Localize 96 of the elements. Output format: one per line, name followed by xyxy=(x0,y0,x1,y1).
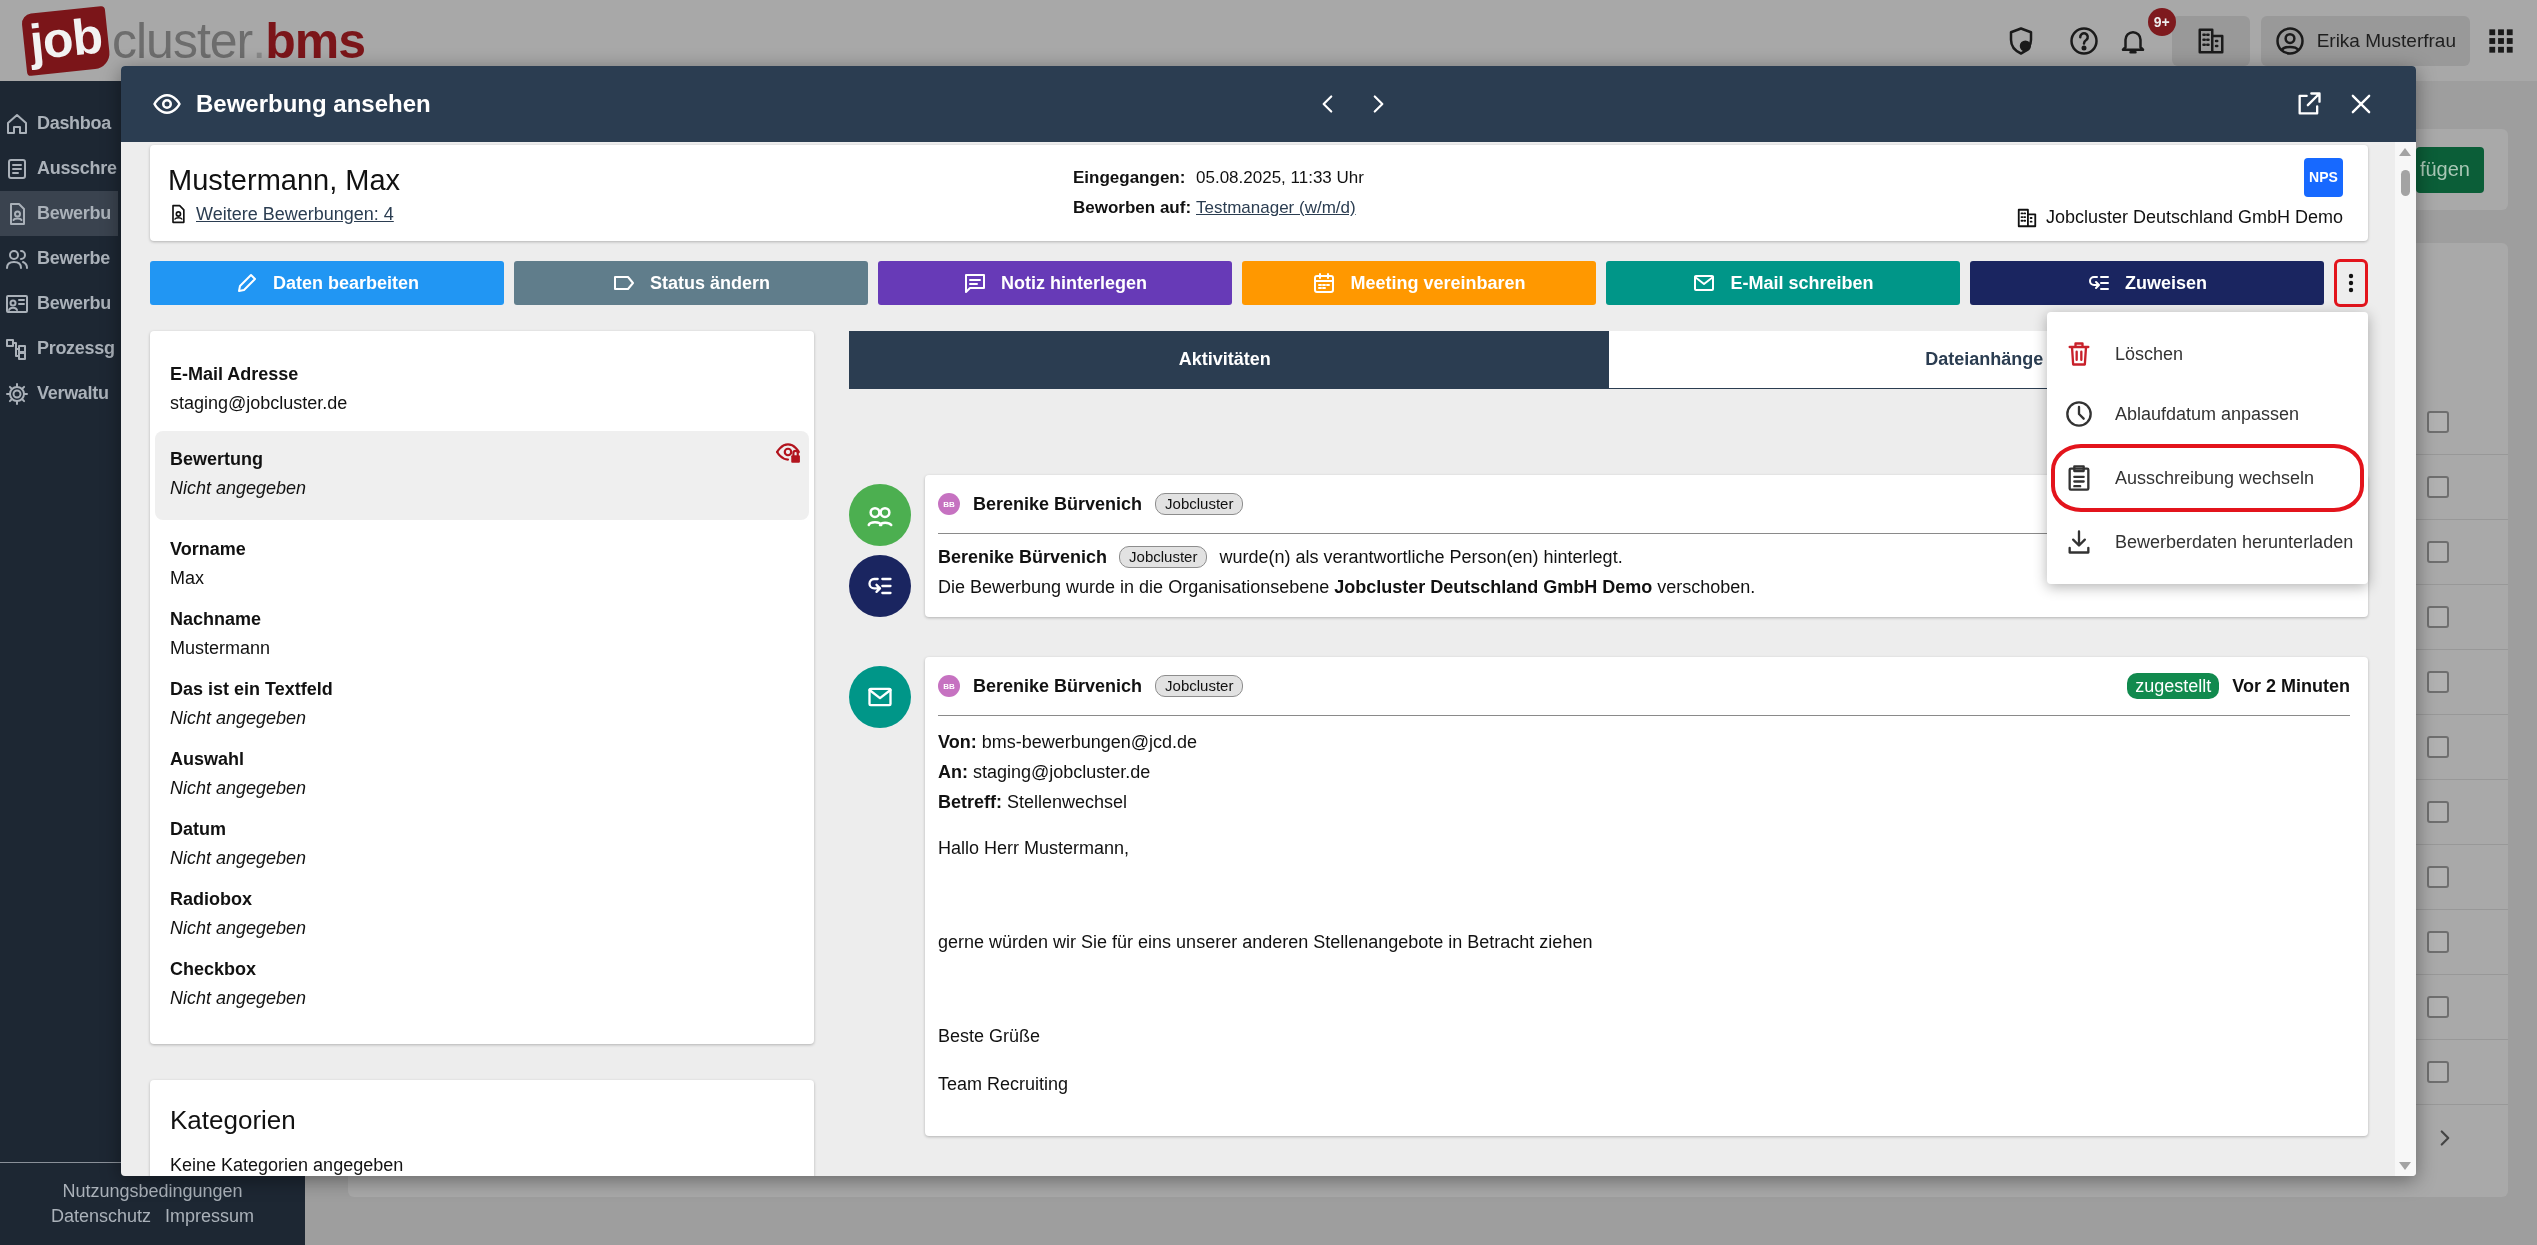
email-header-line: An: staging@jobcluster.de xyxy=(938,761,1152,784)
organisation-button[interactable] xyxy=(2171,15,2250,66)
email-header-line: Betreff: Stellenwechsel xyxy=(938,791,1129,814)
field-value: Nicht angegeben xyxy=(170,917,307,940)
notification-badge: 9+ xyxy=(2147,7,2176,36)
flowchart-icon xyxy=(5,336,29,361)
meta-label: Beworben auf: xyxy=(1073,197,1193,219)
row-checkbox[interactable] xyxy=(2427,736,2449,758)
activity-time: Vor 2 Minuten xyxy=(2232,675,2350,697)
kebab-icon xyxy=(2348,273,2354,293)
add-button[interactable]: fügen xyxy=(2415,146,2484,193)
more-button[interactable] xyxy=(2334,259,2368,307)
row-checkbox[interactable] xyxy=(2427,996,2449,1018)
menu-item[interactable]: Bewerberdaten herunterladen xyxy=(2047,512,2368,572)
sidebar-item[interactable]: Dashboa xyxy=(0,101,118,146)
document-list-icon xyxy=(5,156,29,181)
sidebar-item[interactable]: Prozessg xyxy=(0,326,118,371)
nps-badge: NPS xyxy=(2304,157,2343,197)
action-button[interactable]: E-Mail schreiben xyxy=(1606,261,1960,305)
chat-icon xyxy=(963,271,987,295)
row-checkbox[interactable] xyxy=(2427,671,2449,693)
sidebar-item[interactable]: Ausschre xyxy=(0,146,118,191)
field-value: Max xyxy=(170,567,204,590)
field-label: Datum xyxy=(170,818,226,841)
tab[interactable]: Aktivitäten xyxy=(849,331,1609,389)
meta-label: Eingegangen: xyxy=(1073,167,1187,189)
author-name: Berenike Bürvenich xyxy=(973,675,1143,697)
field-label: Checkbox xyxy=(170,958,257,981)
sidebar-item[interactable]: Bewerbu xyxy=(0,191,118,236)
action-button[interactable]: Zuweisen xyxy=(1970,261,2324,305)
row-checkbox[interactable] xyxy=(2427,541,2449,563)
field-label: Auswahl xyxy=(170,748,244,771)
row-checkbox[interactable] xyxy=(2427,1061,2449,1083)
help-icon[interactable] xyxy=(2068,25,2099,56)
field-value: Nicht angegeben xyxy=(170,847,307,870)
avatar: BB xyxy=(938,675,960,697)
building-icon xyxy=(2015,206,2038,229)
field-label: Bewertung xyxy=(170,448,263,471)
field-value: staging@jobcluster.de xyxy=(170,392,348,415)
footer-link[interactable]: Impressum xyxy=(165,1206,255,1227)
role-tag: Jobcluster xyxy=(1155,493,1244,515)
calendar-icon xyxy=(1312,271,1337,295)
home-icon xyxy=(5,111,29,136)
user-menu-button[interactable]: Erika Musterfrau xyxy=(2260,15,2470,66)
author-name: Berenike Bürvenich xyxy=(973,493,1143,515)
field-value: Mustermann xyxy=(170,637,271,660)
email-paragraph: Beste Grüße xyxy=(938,1025,1042,1048)
job-link[interactable]: Testmanager (w/m/d) xyxy=(1196,197,2016,219)
status-badge: zugestellt xyxy=(2127,673,2220,699)
email-header-line: Von: bms-bewerbungen@jcd.de xyxy=(938,731,1199,754)
row-checkbox[interactable] xyxy=(2427,931,2449,953)
action-button[interactable]: Status ändern xyxy=(514,261,868,305)
sidebar-item[interactable]: Verwaltu xyxy=(0,371,118,416)
other-applications-link[interactable]: Weitere Bewerbungen: 4 xyxy=(196,203,394,225)
scrollbar-thumb[interactable] xyxy=(2401,170,2410,196)
applicant-name: Mustermann, Max xyxy=(168,162,402,198)
meta-value: 05.08.2025, 11:33 Uhr xyxy=(1196,167,1365,189)
activity-text: Die Bewerbung wurde in die Organisationsebene Jobcluster Deutschland GmbH Demo verschoben. xyxy=(938,576,1756,599)
role-tag: Jobcluster xyxy=(1155,675,1244,697)
field-value: Nicht angegeben xyxy=(170,477,307,500)
avatar: BB xyxy=(938,493,960,515)
field-label: E-Mail Adresse xyxy=(170,363,299,386)
row-checkbox[interactable] xyxy=(2427,801,2449,823)
row-checkbox[interactable] xyxy=(2427,476,2449,498)
action-button[interactable]: Notiz hinterlegen xyxy=(878,261,1232,305)
menu-item[interactable]: Ausschreibung wechseln xyxy=(2051,444,2364,512)
scroll-up-icon[interactable] xyxy=(2399,148,2411,156)
categories-text: Keine Kategorien angegeben xyxy=(170,1154,405,1176)
field-label: Radiobox xyxy=(170,888,252,911)
footer-link[interactable]: Datenschutz xyxy=(50,1206,151,1227)
email-paragraph: Hallo Herr Mustermann, xyxy=(938,837,1131,860)
apps-grid-icon[interactable] xyxy=(2487,26,2515,55)
sidebar-item[interactable]: Bewerbe xyxy=(0,236,118,281)
organisation-name: Jobcluster Deutschland GmbH Demo xyxy=(2045,207,2343,228)
person-name: Berenike Bürvenich xyxy=(938,546,1108,569)
row-checkbox[interactable] xyxy=(2427,606,2449,628)
email-paragraph: gerne würden wir Sie für eins unserer anderen Stellenangebote in Betracht ziehen xyxy=(938,931,1594,954)
clock-icon xyxy=(2065,400,2093,428)
row-checkbox[interactable] xyxy=(2427,866,2449,888)
row-checkbox[interactable] xyxy=(2427,411,2449,433)
user-icon xyxy=(2274,25,2305,56)
categories-title: Kategorien xyxy=(170,1104,297,1137)
scroll-down-icon[interactable] xyxy=(2399,1162,2411,1170)
field-value: Nicht angegeben xyxy=(170,707,307,730)
gear-icon xyxy=(5,381,29,406)
terms-link[interactable]: Nutzungsbedingungen xyxy=(62,1181,243,1202)
field-value: Nicht angegeben xyxy=(170,777,307,800)
sidebar-item[interactable]: Bewerbu xyxy=(0,281,118,326)
email-paragraph: Team Recruiting xyxy=(938,1073,1070,1096)
field-label: Vorname xyxy=(170,538,246,561)
modal-title: Bewerbung ansehen xyxy=(196,90,431,118)
role-tag: Jobcluster xyxy=(1119,546,1208,568)
field-value: Nicht angegeben xyxy=(170,987,307,1010)
field-label: Nachname xyxy=(170,608,262,631)
activity-text: wurde(n) als verantwortliche Person(en) hinterlegt. xyxy=(1219,546,1623,569)
field-label: Das ist ein Textfeld xyxy=(170,678,333,701)
